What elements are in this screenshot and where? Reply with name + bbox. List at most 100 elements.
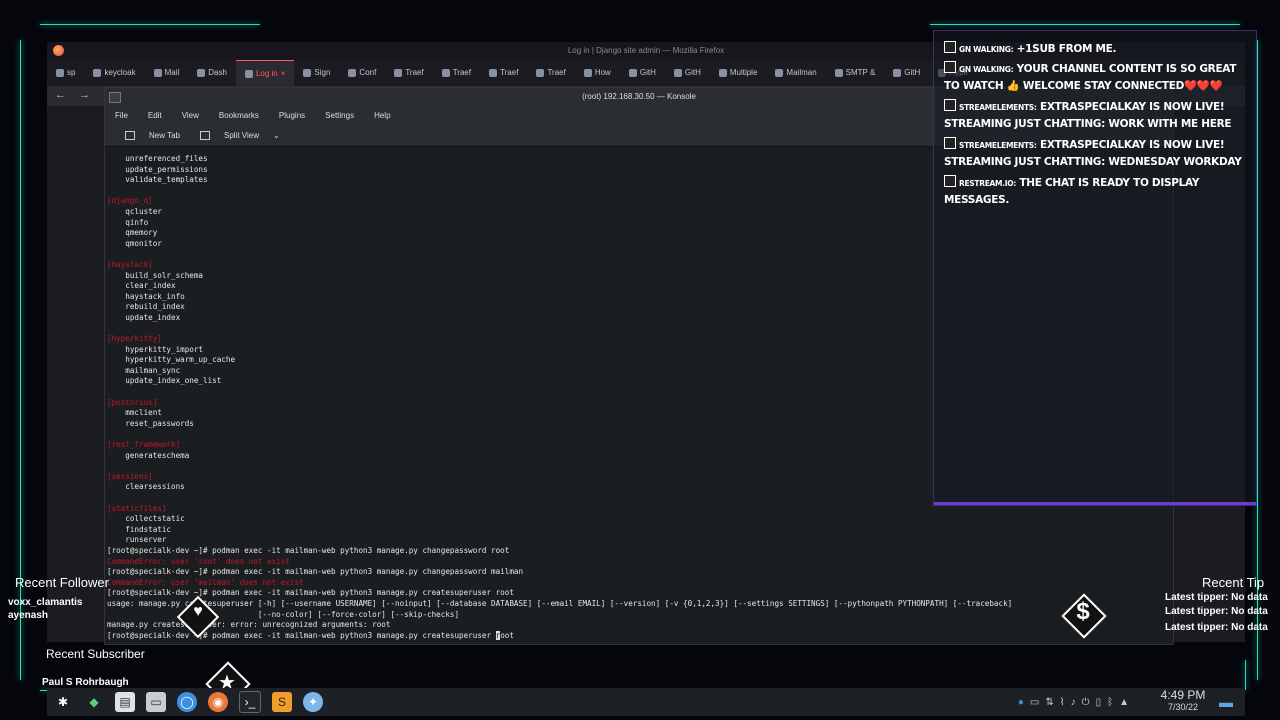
browser-tab[interactable]: Log in ×: [235, 60, 295, 87]
menu-item[interactable]: Settings: [315, 111, 364, 120]
discover-icon[interactable]: ◆: [84, 692, 104, 712]
chat-message: GN WALKING: +1SUB FROM ME.: [944, 41, 1244, 58]
sublime-icon[interactable]: S: [272, 692, 292, 712]
show-desktop-icon[interactable]: ▬: [1219, 694, 1233, 710]
browser-tab[interactable]: Traef: [433, 60, 480, 86]
terminal-line-text: update_index_one_list: [107, 376, 222, 386]
tab-favicon-icon: [536, 69, 545, 77]
tab-favicon-icon: [489, 69, 498, 77]
back-icon[interactable]: ←: [55, 89, 66, 101]
latest-tipper: Latest tipper: No data: [1165, 622, 1268, 633]
split-view-button[interactable]: Split View ⌄: [190, 130, 280, 140]
menu-item[interactable]: Edit: [138, 111, 172, 120]
browser-tab[interactable]: Sign: [294, 60, 339, 86]
battery-icon[interactable]: ▯: [1096, 697, 1102, 708]
bluetooth-icon[interactable]: ᛒ: [1107, 697, 1113, 708]
browser-tab-label: GitH: [639, 68, 656, 77]
chat-platform-icon: [944, 99, 956, 111]
terminal-line-text: [haystack]: [107, 259, 153, 269]
terminal-line-text: qinfo: [107, 217, 149, 227]
browser-tab-label: sp: [67, 68, 76, 77]
network-icon[interactable]: ⇅: [1045, 697, 1053, 708]
new-tab-button[interactable]: New Tab: [115, 130, 180, 140]
firefox-taskbar-icon[interactable]: ◉: [208, 692, 228, 712]
browser-tab[interactable]: Dash: [188, 60, 236, 86]
menu-item[interactable]: File: [105, 111, 138, 120]
app-launcher-icon[interactable]: ✱: [53, 692, 73, 712]
split-view-label: Split View: [223, 130, 259, 140]
menu-item[interactable]: Bookmarks: [209, 111, 269, 120]
latest-tipper: Latest tipper: No data: [1165, 592, 1268, 603]
menu-item[interactable]: Plugins: [269, 111, 315, 120]
browser-tab[interactable]: SMTP &: [826, 60, 885, 86]
konsole-taskbar-icon[interactable]: ›_: [239, 691, 261, 713]
firefox-title: Log in | Django site admin — Mozilla Fir…: [567, 46, 725, 55]
terminal-line-text: [django_q]: [107, 196, 153, 206]
browser-tab-label: keycloak: [104, 68, 136, 77]
terminal-line-text: hyperkitty_import: [107, 344, 204, 354]
forward-icon[interactable]: →: [79, 89, 90, 101]
browser-tab[interactable]: Conf: [339, 60, 385, 86]
terminal-line-text: runserver: [107, 535, 167, 545]
terminal-line: usage: manage.py createsuperuser [-h] [-…: [107, 599, 1169, 610]
system-clock[interactable]: 4:49 PM 7/30/22: [1148, 688, 1218, 713]
menu-item[interactable]: View: [172, 111, 209, 120]
files-icon[interactable]: ▭: [146, 692, 166, 712]
terminal-line-text: unreferenced_files: [107, 154, 208, 163]
terminal-line-text: [root@specialk-dev ~]# podman exec -it m…: [107, 588, 514, 598]
tab-favicon-icon: [775, 69, 784, 77]
attachment-icon[interactable]: ⌇: [1060, 697, 1065, 708]
tab-favicon-icon: [348, 69, 357, 77]
volume-icon[interactable]: ♪: [1071, 697, 1076, 708]
tray-expand-icon[interactable]: ▲: [1119, 697, 1129, 708]
browser-tab-label: Traef: [500, 68, 519, 77]
terminal-line: [root@specialk-dev ~]# podman exec -it m…: [107, 567, 1169, 578]
browser-tab[interactable]: keycloak: [84, 60, 144, 86]
settings-app-icon[interactable]: ✦: [303, 692, 323, 712]
clipboard-icon[interactable]: ▭: [1030, 697, 1039, 708]
menu-item[interactable]: Help: [364, 111, 400, 120]
terminal-line: [root@specialk-dev ~]# podman exec -it m…: [107, 588, 1169, 599]
browser-tab[interactable]: GitH: [665, 60, 710, 86]
browser-tab-label: Traef: [452, 68, 472, 77]
tab-favicon-icon: [394, 69, 403, 77]
firefox-logo-icon: [53, 45, 64, 56]
chat-platform-icon: [944, 175, 956, 187]
browser-tab[interactable]: GitH: [884, 60, 929, 86]
browser-tab[interactable]: Traef: [527, 60, 574, 86]
close-tab-icon[interactable]: ×: [281, 61, 286, 87]
recent-tip-title: Recent Tip: [1202, 575, 1265, 590]
browser-tab-label: Log in: [255, 68, 278, 78]
terminal-line-text: mailman_sync: [107, 365, 181, 375]
tab-favicon-icon: [893, 69, 902, 77]
browser-tab[interactable]: GitH: [620, 60, 665, 86]
terminal-line-text: validate_templates: [107, 175, 208, 185]
browser-tab[interactable]: Traef: [385, 60, 432, 86]
chat-username: STREAMELEMENTS:: [959, 141, 1037, 150]
terminal-line-text: [root@specialk-dev ~]# podman exec -it m…: [107, 545, 510, 555]
terminal-line-text: CommandError: user 'root' does not exist: [107, 556, 290, 566]
terminal-line: collectstatic: [107, 514, 1169, 525]
chat-message: GN WALKING: YOUR CHANNEL CONTENT IS SO G…: [944, 61, 1244, 94]
browser-tab[interactable]: Mailman: [766, 60, 825, 86]
tab-favicon-icon: [718, 69, 727, 77]
tab-favicon-icon: [153, 69, 162, 77]
dollar-icon: $: [1076, 598, 1090, 625]
clock-date: 7/30/22: [1167, 702, 1199, 712]
info-icon[interactable]: ●: [1018, 697, 1024, 708]
terminal-line-text: usage: manage.py createsuperuser [-h] [-…: [107, 598, 1013, 608]
browser-tab[interactable]: How: [575, 60, 620, 86]
browser-tab[interactable]: Multiple: [710, 60, 767, 86]
browser-tab[interactable]: Traef: [480, 60, 527, 86]
chat-overlay: GN WALKING: +1SUB FROM ME. GN WALKING: YO…: [933, 30, 1257, 506]
terminal-line-text: reset_passwords: [107, 418, 194, 428]
power-icon[interactable]: ⏻: [1082, 697, 1090, 708]
store-icon[interactable]: ▤: [115, 692, 135, 712]
terminal-line: CommandError: user 'root' does not exist: [107, 557, 1169, 568]
browser-tab[interactable]: Mail: [145, 60, 189, 86]
browser-tab-label: Dash: [208, 68, 227, 77]
browser-icon[interactable]: ◯: [177, 692, 197, 712]
chat-username: RESTREAM.IO:: [959, 179, 1016, 188]
browser-tab[interactable]: sp: [47, 60, 84, 86]
recent-follower-name: voxx_clamantis ayenash: [8, 597, 83, 621]
